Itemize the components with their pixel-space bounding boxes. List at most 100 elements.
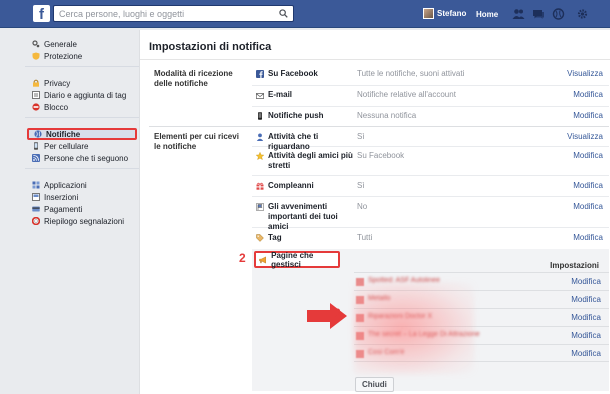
sidebar-group-privacy: Privacy Diario e aggiunta di tag Blocco [25,77,140,118]
edit-link[interactable]: Modifica [573,181,603,190]
setting-value: Nessuna notifica [357,111,417,120]
friend-requests-icon[interactable] [512,8,525,20]
profile-link[interactable]: Stefano [423,8,466,19]
setting-value: Tutte le notifiche, suoni attivati [357,69,465,78]
sidebar-item-per-cellulare[interactable]: Per cellulare [25,140,140,152]
flag-icon [256,203,264,211]
setting-label: Tag [268,233,282,242]
sidebar-item-protezione[interactable]: Protezione [25,50,140,62]
setting-value: Notifiche relative all'account [357,90,456,99]
person-icon [256,133,264,141]
sidebar-item-pagamenti[interactable]: Pagamenti [25,203,140,215]
edit-link[interactable]: Modifica [571,331,601,340]
setting-value: Sì [357,132,365,141]
setting-value: No [357,202,368,211]
apps-icon [32,181,40,189]
page-avatar-icon [356,350,364,358]
star-icon [256,152,264,160]
sidebar-item-label: Pagamenti [44,204,83,214]
globe-icon [34,130,42,138]
edit-link[interactable]: Modifica [573,202,603,211]
pages-managed-header: Pagine che gestisci Impostazioni [252,249,609,271]
pages-managed-label: Pagine che gestisci [271,250,314,269]
sidebar-group-apps: Applicazioni Inserzioni Pagamenti Riepil… [25,179,140,231]
setting-label: Attività degli amici più stretti [268,151,353,170]
setting-label: Su Facebook [268,69,318,78]
sidebar-item-label: Inserzioni [44,192,79,202]
megaphone-icon [259,256,266,263]
edit-link[interactable]: Modifica [571,313,601,322]
annotation-arrow-icon [307,303,347,329]
sidebar-item-riepilogo-segnalazioni[interactable]: Riepilogo segnalazioni [25,215,140,227]
section-divider [149,126,609,127]
ads-icon [32,193,40,201]
view-link[interactable]: Visualizza [567,69,603,78]
view-link[interactable]: Visualizza [567,132,603,141]
sidebar-item-privacy[interactable]: Privacy [25,77,140,89]
sidebar-group-account: Generale Protezione [25,38,140,67]
setting-row-tag: Tag Tutti Modifica [252,228,609,249]
page-row: Riparazioni Doctor X Modifica [354,308,609,326]
page-avatar-icon [356,278,364,286]
edit-link[interactable]: Modifica [573,111,603,120]
setting-row-email: E-mail Notifiche relative all'account Mo… [252,86,609,107]
edit-link[interactable]: Modifica [573,233,603,242]
top-bar: f Stefano Home [0,0,610,28]
page-title: Impostazioni di notifica [149,41,272,53]
sidebar-item-generale[interactable]: Generale [25,38,140,50]
page-avatar-icon [356,296,364,304]
facebook-logo[interactable]: f [33,5,50,23]
sidebar-item-label: Applicazioni [44,180,87,190]
avatar [423,8,434,19]
setting-label: E-mail [268,90,293,99]
sidebar-item-inserzioni[interactable]: Inserzioni [25,191,140,203]
messages-icon[interactable] [532,8,545,20]
page-avatar-icon [356,332,364,340]
edit-link[interactable]: Modifica [571,277,601,286]
mobile-icon [34,142,38,150]
notification-settings-panel: Impostazioni di notifica Modalità di ric… [139,30,610,394]
mobile-icon [258,112,262,120]
page-row: The secret – La Legge Di Attrazione Modi… [354,326,609,344]
support-icon [32,217,40,225]
settings-gear-icon[interactable] [576,8,589,20]
edit-link[interactable]: Modifica [571,349,601,358]
page-name: Spotted: ASF Autolinee [368,277,440,284]
home-link[interactable]: Home [476,10,498,19]
sidebar-item-notifiche[interactable]: Notifiche [27,128,137,140]
pages-managed-toggle[interactable]: Pagine che gestisci [254,250,340,269]
edit-link[interactable]: Modifica [573,90,603,99]
setting-row-close-friends: Attività degli amici più stretti Su Face… [252,147,609,176]
search-icon[interactable] [279,9,288,18]
setting-row-su-facebook: Su Facebook Tutte le notifiche, suoni at… [252,65,609,86]
edit-link[interactable]: Modifica [571,295,601,304]
page-row: Metallo Modifica [354,290,609,308]
setting-value: Su Facebook [357,151,405,160]
notifications-globe-icon[interactable] [552,8,565,20]
sidebar-group-notifications: Notifiche Per cellulare Persone che ti s… [25,128,140,169]
page-name: Così Com'è [368,349,405,356]
search-input[interactable] [54,6,269,21]
sidebar-item-diario[interactable]: Diario e aggiunta di tag [25,89,140,101]
sidebar-item-blocco[interactable]: Blocco [25,101,140,113]
page-avatar-icon [356,314,364,322]
edit-link[interactable]: Modifica [573,151,603,160]
sidebar-item-persone-che-ti-seguono[interactable]: Persone che ti seguono [25,152,140,164]
setting-value: Sì [357,181,365,190]
page-row: Spotted: ASF Autolinee Modifica [354,272,609,290]
timeline-icon [32,91,40,99]
sidebar-item-applicazioni[interactable]: Applicazioni [25,179,140,191]
sidebar-item-label: Notifiche [46,129,81,139]
setting-label: Compleanni [268,181,314,190]
sidebar-item-label: Privacy [44,78,71,88]
sidebar-item-label: Diario e aggiunta di tag [44,90,127,100]
envelope-icon [256,93,264,99]
close-button[interactable]: Chiudi [355,377,394,392]
tag-icon [256,234,264,242]
setting-row-push: Notifiche push Nessuna notifica Modifica [252,107,609,127]
page-name: Riparazioni Doctor X [368,313,433,320]
section-label-elements: Elementi per cui ricevi le notifiche [154,132,239,151]
search-box[interactable] [53,5,294,22]
rss-icon [32,154,40,162]
sidebar-item-label: Persone che ti seguono [44,153,129,163]
